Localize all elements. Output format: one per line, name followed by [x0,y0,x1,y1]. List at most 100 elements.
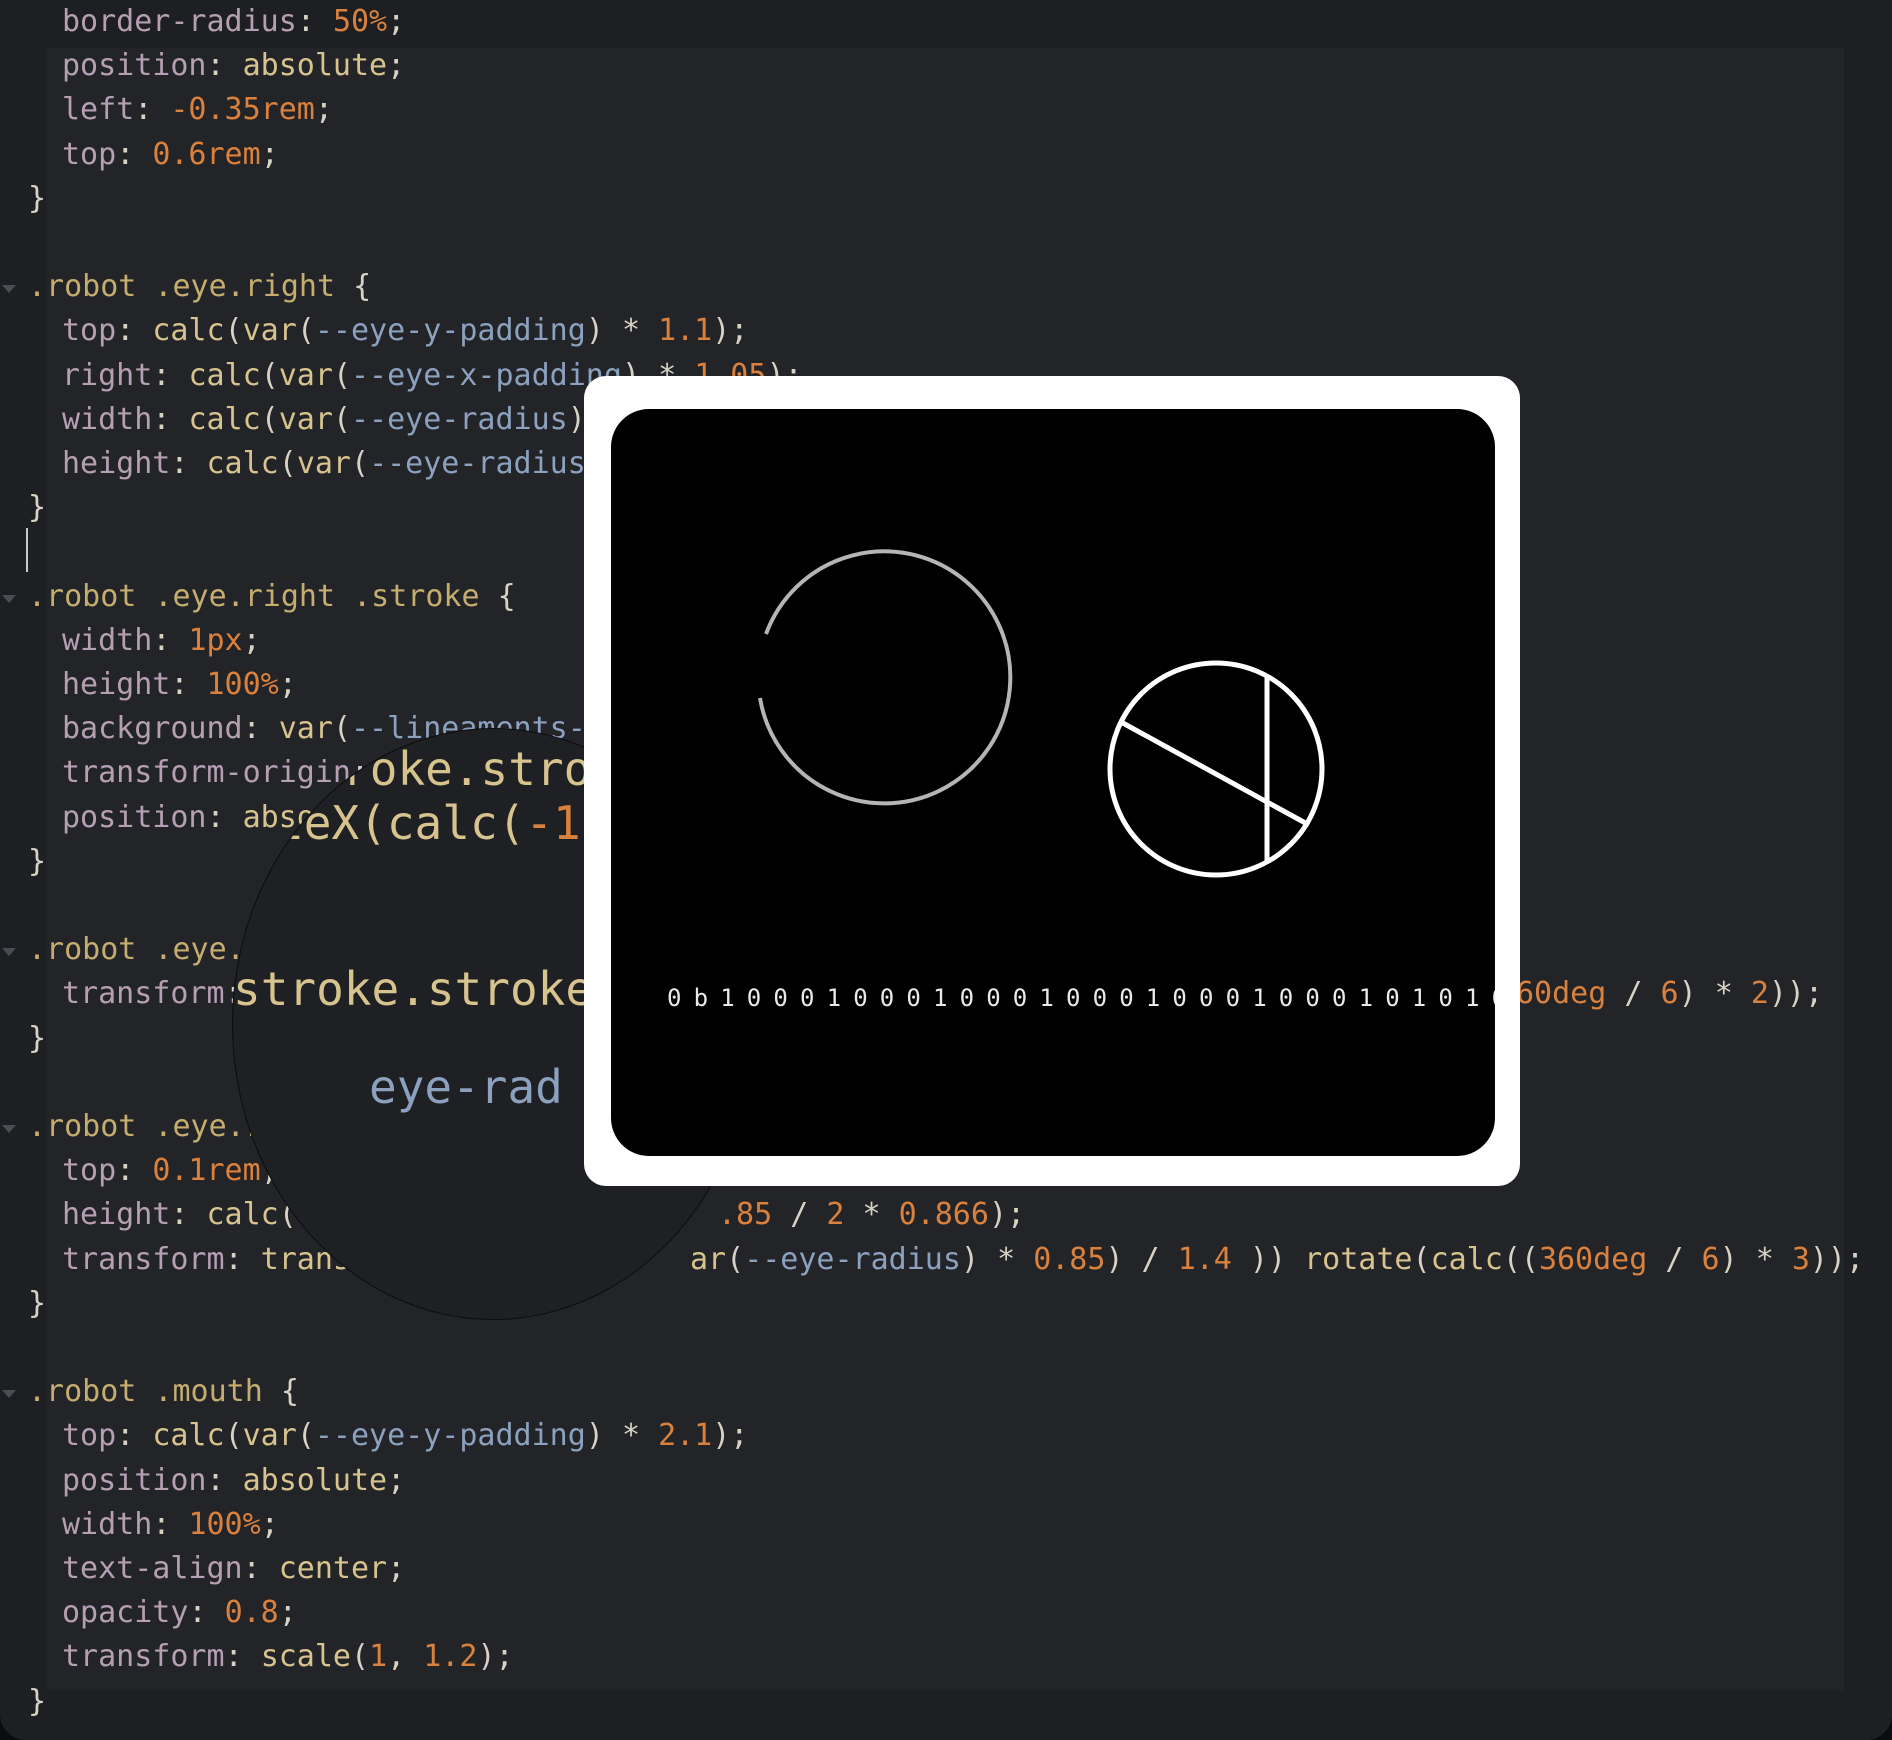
code-token: ; [260,1506,279,1542]
mouth-char: 0 [959,984,975,1012]
code-token: * [1714,976,1751,1012]
mouth-char: 0 [1172,984,1187,1012]
code-token: -0.35rem [170,92,315,128]
code-token: ; [278,1595,297,1631]
code-token: : [116,1418,153,1454]
code-token: : [206,48,243,84]
code-token: calc [206,446,279,481]
code-token: ; [387,1551,406,1586]
left-eye-ring [758,549,1013,806]
code-token: : [116,313,153,349]
code-token: ) / [1105,1241,1178,1277]
code-token: ( [726,1241,745,1277]
code-token: --eye-y-padding [314,313,586,349]
mouth-char: 0 [906,984,921,1012]
code-line: border-radius: 50%; [62,0,405,44]
code-token: 6 [1660,976,1679,1012]
code-token: * [997,1241,1034,1277]
code-token: : [116,1153,153,1189]
code-token: : [152,357,189,393]
code-token: ); [988,1197,1026,1233]
code-token: ) [1719,1241,1756,1277]
fold-chevron-icon[interactable] [2,285,16,294]
code-token: } [28,843,47,879]
code-line: top: calc(var(--eye-y-padding) * 2.1); [62,1414,748,1458]
code-line: .robot .eye.r [28,1105,263,1149]
code-line: height: calc(var(--eye-radius) [62,442,604,486]
code-token: border-radius [62,4,297,39]
code-token: )); [1809,1241,1865,1277]
code-token: 0.1rem [152,1153,261,1189]
code-token: ; [387,4,406,39]
code-token: opacity [62,1595,189,1631]
code-token: { [262,1374,299,1410]
code-token: : [224,1639,261,1675]
code-token: height [62,1197,171,1233]
magnified-code-line: eye-rad [369,1060,563,1114]
code-token: absolute [242,1462,388,1498]
code-line: top: 0.1rem; [62,1149,279,1193]
mouth-char: 0 [667,984,682,1012]
fold-chevron-icon[interactable] [2,1390,16,1399]
fold-chevron-icon[interactable] [2,1125,16,1133]
code-line: .robot .eye.right { [28,265,371,309]
code-line-tail: ar(--eye-radius) * 0.85) / 1.4 )) rotate… [690,1238,1864,1282]
code-line: transform: scale(1, 1.2); [62,1635,514,1679]
code-token: 0.6rem [152,136,261,172]
code-token: 2 [826,1197,845,1233]
code-token: 100% [188,1506,261,1542]
code-token: : [170,667,207,702]
code-token: 2.1 [658,1418,713,1454]
code-token: : [242,1551,279,1586]
mouth-char: 1 [1358,984,1374,1012]
code-token: position [62,1462,207,1498]
mouth-char: 0 [1119,984,1134,1012]
code-token: 60deg [1516,976,1607,1012]
code-token: calc [188,357,261,393]
code-token: 1.2 [423,1639,478,1675]
preview-window[interactable]: 0b100010001000100010001000101010 0b10001… [584,376,1520,1186]
code-line: transform: trans [62,1238,351,1282]
code-token: ; [387,1462,406,1498]
code-line: .robot .eye.right .stroke { [28,575,516,619]
code-token: ) [585,1418,622,1454]
code-token: .robot .mouth [28,1374,263,1410]
code-token: : [152,1506,189,1542]
mouth-char: 0 [1066,984,1081,1012]
code-token: ) [585,313,622,349]
code-token: 1 [369,1639,388,1675]
code-token: --eye-radius [351,401,568,437]
code-token: ( [260,357,279,393]
right-eye-stroke-diagonal [1119,719,1311,828]
code-token: var [278,401,333,437]
mouth-char: 1 [1145,984,1161,1012]
code-token: absolute [242,48,388,84]
code-token: 360deg [1538,1241,1648,1277]
code-token: .85 [718,1197,773,1233]
code-token: center [278,1551,388,1586]
mouth-char: 0 [1438,984,1453,1012]
code-line: width: 100%; [62,1503,279,1547]
code-token: ( [351,446,370,481]
code-token: ( [332,357,351,393]
code-token: calc [188,401,261,437]
code-token: 100% [206,667,279,702]
right-eye-ring [1107,660,1325,878]
code-token: ); [712,1418,749,1454]
code-line: .robot .eye. [28,928,245,972]
code-token: .robot .eye. [28,932,245,968]
code-token: } [28,180,47,216]
code-token: transform [62,976,225,1012]
code-token: } [28,1020,47,1056]
fold-chevron-icon[interactable] [2,594,16,603]
robot-preview-canvas: 0b100010001000100010001000101010 0b10001… [611,409,1495,1156]
code-line: width: calc(var(--eye-radius) [62,398,586,442]
code-token: calc [152,1418,225,1454]
code-line: } [28,486,46,530]
fold-chevron-icon[interactable] [2,948,16,957]
code-token: top [62,1153,117,1189]
code-token: position [62,48,207,84]
code-line: transform: [62,972,243,1016]
code-line: } [28,1680,46,1724]
code-token: { [335,269,372,305]
